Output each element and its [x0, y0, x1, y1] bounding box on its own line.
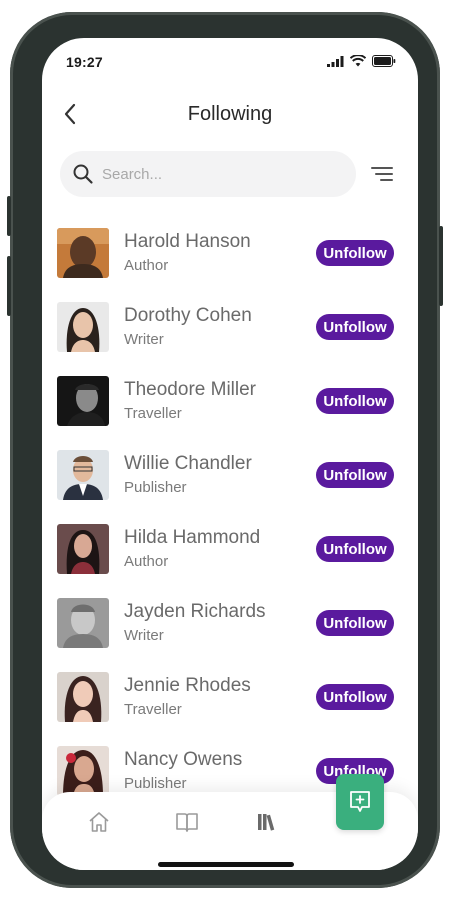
user-role: Writer — [124, 627, 164, 644]
avatar[interactable] — [57, 746, 109, 796]
user-role: Publisher — [124, 775, 187, 792]
header: Following — [42, 94, 418, 134]
user-name[interactable]: Dorothy Cohen — [124, 305, 252, 327]
user-name[interactable]: Theodore Miller — [124, 379, 256, 401]
filter-button[interactable] — [368, 162, 396, 186]
signal-icon — [327, 56, 344, 67]
avatar[interactable] — [57, 598, 109, 648]
avatar[interactable] — [57, 524, 109, 574]
user-role: Traveller — [124, 701, 182, 718]
user-role: Publisher — [124, 479, 187, 496]
book-icon — [176, 813, 198, 832]
unfollow-button[interactable]: Unfollow — [316, 462, 394, 488]
unfollow-button[interactable]: Unfollow — [316, 240, 394, 266]
unfollow-button[interactable]: Unfollow — [316, 684, 394, 710]
search-input[interactable] — [102, 165, 332, 183]
page-title: Following — [187, 103, 273, 125]
list-item: Harold Hanson Author Unfollow — [42, 224, 418, 284]
phone-side-button — [7, 196, 11, 236]
avatar[interactable] — [57, 302, 109, 352]
search-icon — [73, 164, 93, 184]
search-bar[interactable] — [60, 151, 356, 197]
unfollow-button[interactable]: Unfollow — [316, 610, 394, 636]
list-item: Willie Chandler Publisher Unfollow — [42, 446, 418, 506]
library-icon — [258, 814, 275, 831]
new-post-button[interactable] — [336, 774, 384, 830]
status-icons — [327, 55, 396, 67]
home-indicator[interactable] — [158, 862, 294, 867]
app-screen: 19:27 Following Search... Harold Hanson … — [42, 38, 418, 870]
tab-home[interactable] — [84, 808, 114, 836]
status-time: 19:27 — [66, 54, 103, 70]
filter-icon — [371, 167, 393, 181]
add-message-icon — [350, 791, 370, 812]
avatar[interactable] — [57, 228, 109, 278]
user-role: Author — [124, 553, 169, 570]
wifi-icon — [350, 55, 366, 67]
list-item: Jennie Rhodes Traveller Unfollow — [42, 668, 418, 728]
unfollow-button[interactable]: Unfollow — [316, 314, 394, 340]
user-role: Author — [124, 257, 169, 274]
home-icon — [89, 812, 109, 832]
list-item: Hilda Hammond Author Unfollow — [42, 520, 418, 580]
phone-side-button — [439, 226, 443, 306]
user-name[interactable]: Nancy Owens — [124, 749, 242, 771]
list-item: Jayden Richards Writer Unfollow — [42, 594, 418, 654]
unfollow-button[interactable]: Unfollow — [316, 536, 394, 562]
list-item: Theodore Miller Traveller Unfollow — [42, 372, 418, 432]
tab-book[interactable] — [172, 808, 202, 836]
user-role: Traveller — [124, 405, 182, 422]
phone-side-button — [7, 256, 11, 316]
avatar[interactable] — [57, 672, 109, 722]
user-name[interactable]: Hilda Hammond — [124, 527, 260, 549]
status-bar: 19:27 — [42, 38, 418, 84]
avatar[interactable] — [57, 376, 109, 426]
user-name[interactable]: Willie Chandler — [124, 453, 252, 475]
tab-library[interactable] — [252, 808, 282, 836]
avatar[interactable] — [57, 450, 109, 500]
user-name[interactable]: Harold Hanson — [124, 231, 251, 253]
battery-icon — [372, 55, 396, 67]
user-name[interactable]: Jayden Richards — [124, 601, 266, 623]
list-item: Dorothy Cohen Writer Unfollow — [42, 298, 418, 358]
unfollow-button[interactable]: Unfollow — [316, 388, 394, 414]
user-name[interactable]: Jennie Rhodes — [124, 675, 251, 697]
user-role: Writer — [124, 331, 164, 348]
